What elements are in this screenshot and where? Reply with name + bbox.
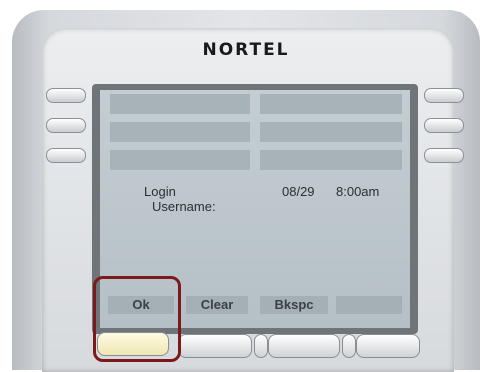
softkey-divider-button[interactable] xyxy=(254,334,268,358)
softkey-divider-button-2[interactable] xyxy=(342,334,356,358)
line-label-left-3 xyxy=(110,150,250,170)
softkey-clear-label: Clear xyxy=(186,296,248,314)
line-key-left-3[interactable] xyxy=(46,148,86,163)
username-label: Username: xyxy=(152,199,216,214)
ok-softkey-highlight xyxy=(93,276,181,362)
softkey-4-button[interactable] xyxy=(356,334,420,358)
ip-phone: NORTEL Login Username: 08/29 8:00am Ok C… xyxy=(0,0,492,372)
line-label-left-2 xyxy=(110,122,250,142)
line-label-right-3 xyxy=(260,150,402,170)
softkey-bkspc-button[interactable] xyxy=(268,334,340,358)
line-label-right-1 xyxy=(260,94,402,114)
line-key-right-1[interactable] xyxy=(424,88,464,103)
softkey-bkspc-label: Bkspc xyxy=(260,296,328,314)
line-key-right-2[interactable] xyxy=(424,118,464,133)
line-label-right-2 xyxy=(260,122,402,142)
line-key-left-1[interactable] xyxy=(46,88,86,103)
softkey-4-label xyxy=(336,296,402,314)
time-display: 8:00am xyxy=(336,184,380,199)
line-key-left-2[interactable] xyxy=(46,118,86,133)
brand-logo: NORTEL xyxy=(202,40,290,60)
softkey-clear-button[interactable] xyxy=(178,334,252,358)
login-label: Login xyxy=(144,184,176,199)
date-display: 08/29 xyxy=(282,184,315,199)
line-key-right-3[interactable] xyxy=(424,148,464,163)
line-label-left-1 xyxy=(110,94,250,114)
